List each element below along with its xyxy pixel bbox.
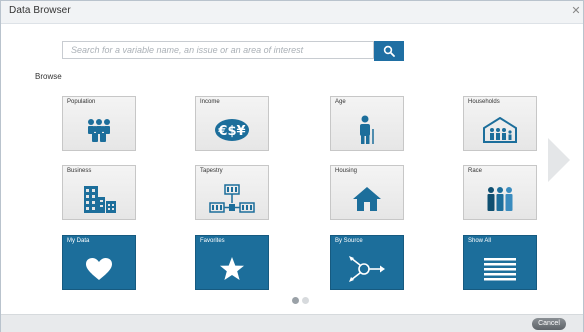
- tile-label: Population: [67, 99, 96, 105]
- page-dot-active[interactable]: [292, 297, 299, 304]
- data-browser-window: Data Browser ✕ Browse Population: [0, 0, 584, 332]
- chevron-right-icon: [548, 138, 570, 182]
- population-icon: [88, 118, 110, 142]
- tile-income[interactable]: Income €$¥: [195, 96, 269, 151]
- tile-label: Business: [67, 168, 92, 174]
- source-icon: [349, 255, 385, 282]
- tile-label: Tapestry: [200, 168, 223, 174]
- search-button[interactable]: [374, 41, 404, 61]
- tile-age[interactable]: Age: [330, 96, 404, 151]
- tile-housing[interactable]: Housing: [330, 165, 404, 220]
- tile-label: Income: [200, 99, 220, 105]
- dialog-footer: Cancel: [1, 314, 583, 332]
- svg-text:€$¥: €$¥: [217, 124, 245, 139]
- browse-heading: Browse: [35, 72, 62, 81]
- house-icon: [353, 186, 381, 211]
- tile-households[interactable]: Households: [463, 96, 537, 151]
- next-page-arrow[interactable]: [547, 137, 571, 183]
- tapestry-icon: [209, 183, 255, 213]
- tile-population[interactable]: Population: [62, 96, 136, 151]
- heart-icon: [86, 257, 112, 280]
- tile-business[interactable]: Business: [62, 165, 136, 220]
- tile-race[interactable]: Race: [463, 165, 537, 220]
- window-title: Data Browser: [9, 5, 71, 16]
- list-icon: [484, 257, 516, 280]
- tile-label: Age: [335, 99, 346, 105]
- search-input[interactable]: [62, 41, 374, 59]
- star-icon: [220, 256, 244, 280]
- search-bar: [62, 41, 404, 61]
- tile-favorites[interactable]: Favorites: [195, 235, 269, 290]
- tile-label: Show All: [468, 238, 492, 244]
- title-bar: Data Browser ✕: [1, 1, 583, 24]
- tile-label: Households: [468, 99, 500, 105]
- tile-my-data[interactable]: My Data: [62, 235, 136, 290]
- tile-label: Favorites: [200, 238, 225, 244]
- tile-label: My Data: [67, 238, 90, 244]
- currency-icon: €$¥: [215, 118, 249, 141]
- elderly-person-icon: [360, 115, 374, 144]
- buildings-icon: [84, 185, 116, 213]
- page-dot[interactable]: [302, 297, 309, 304]
- search-icon: [383, 45, 395, 57]
- household-icon: [483, 116, 517, 143]
- race-people-icon: [487, 186, 513, 211]
- close-icon[interactable]: ✕: [571, 5, 581, 17]
- tile-by-source[interactable]: By Source: [330, 235, 404, 290]
- cancel-button[interactable]: Cancel: [532, 318, 566, 330]
- tile-label: By Source: [335, 238, 363, 244]
- tile-label: Housing: [335, 168, 358, 174]
- tile-tapestry[interactable]: Tapestry: [195, 165, 269, 220]
- tile-label: Race: [468, 168, 483, 174]
- tile-show-all[interactable]: Show All: [463, 235, 537, 290]
